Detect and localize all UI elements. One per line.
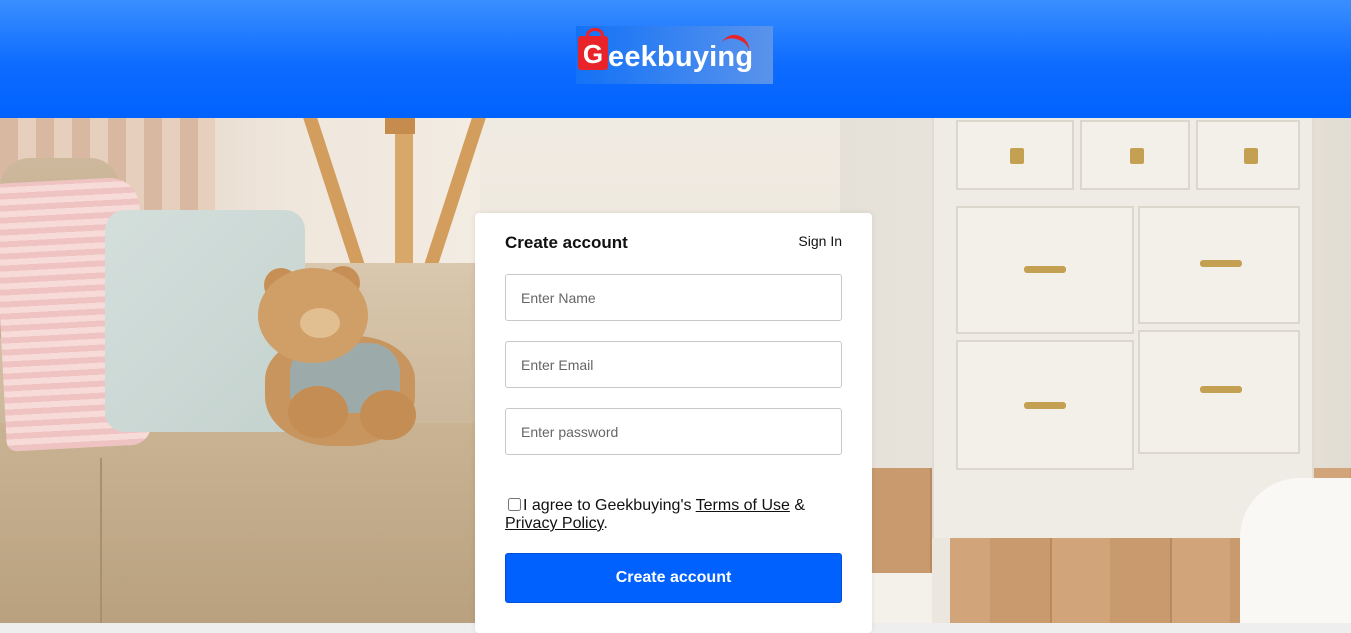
agree-checkbox[interactable]: [508, 498, 521, 511]
floor-lamp: [385, 118, 415, 134]
site-header: G eekbuying: [0, 0, 1351, 118]
create-account-button[interactable]: Create account: [505, 553, 842, 603]
terms-agreement: I agree to Geekbuying's Terms of Use & P…: [505, 497, 842, 533]
shopping-bag-icon: G: [578, 28, 608, 70]
password-input[interactable]: [505, 408, 842, 455]
privacy-policy-link[interactable]: Privacy Policy: [505, 515, 603, 532]
geekbuying-logo[interactable]: G eekbuying: [576, 26, 773, 84]
name-input[interactable]: [505, 274, 842, 321]
agree-suffix: .: [603, 515, 608, 532]
agree-text: I agree to Geekbuying's: [523, 497, 696, 514]
email-input[interactable]: [505, 341, 842, 388]
baby-figure: [1240, 478, 1351, 623]
form-title: Create account: [505, 233, 628, 252]
white-dresser: [932, 118, 1314, 538]
sign-in-link[interactable]: Sign In: [798, 233, 842, 249]
agree-joiner: &: [789, 497, 806, 514]
create-account-card: Create account Sign In I agree to Geekbu…: [475, 213, 872, 633]
terms-of-use-link[interactable]: Terms of Use: [696, 497, 790, 514]
